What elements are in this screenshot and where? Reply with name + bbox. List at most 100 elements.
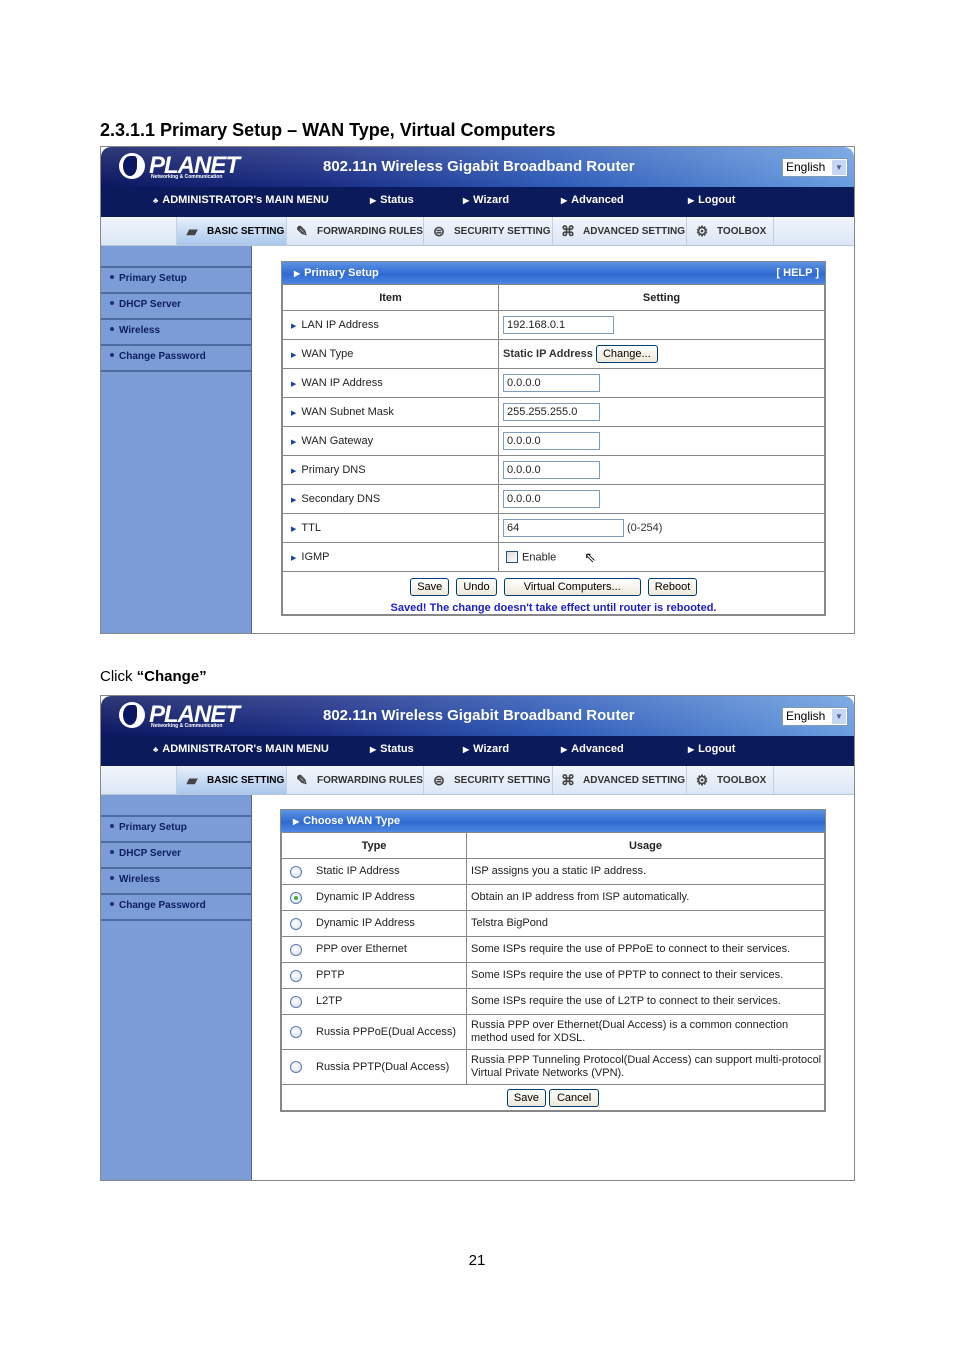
reboot-button[interactable]: Reboot — [647, 578, 697, 596]
radio-dynamic-ip-bigpond[interactable] — [290, 917, 302, 930]
menu-status-label: Status — [380, 194, 414, 206]
bullet-icon — [110, 902, 114, 907]
main-menu: ♣ ADMINISTRATOR's MAIN MENU ▶ Status ▶ Wiza… — [101, 187, 854, 217]
advanced-icon: ⌘ — [561, 223, 575, 239]
undo-button[interactable]: Undo — [456, 578, 497, 596]
sidebar-item-label: Change Password — [119, 351, 206, 362]
status-message: Saved! The change doesn't take effect un… — [390, 602, 717, 614]
tab-advanced-setting[interactable]: ⌘ ADVANCED SETTING — [552, 217, 686, 245]
table-row: ▶ Secondary DNS 0.0.0.0 — [282, 484, 825, 514]
sidebar-item-dhcp-server[interactable]: DHCP Server — [101, 841, 251, 865]
save-button[interactable]: Save — [410, 578, 450, 596]
user-icon: ♣ — [153, 196, 159, 205]
wan-ip-input[interactable]: 0.0.0.0 — [503, 374, 600, 392]
primary-dns-input[interactable]: 0.0.0.0 — [503, 461, 600, 479]
cancel-button[interactable]: Cancel — [549, 1088, 600, 1107]
table-row: L2TP Some ISPs require the use of L2TP t… — [281, 988, 825, 1015]
change-button[interactable]: Change... — [595, 345, 658, 363]
chevron-down-icon[interactable]: ▼ — [832, 160, 846, 175]
wan-gateway-input[interactable]: 0.0.0.0 — [503, 432, 600, 450]
table-row: ▶ IGMP Enable ⇖ — [282, 542, 825, 572]
sidebar-item-change-password[interactable]: Change Password — [101, 893, 251, 917]
radio-pppoe[interactable] — [290, 943, 302, 956]
tab-security-setting[interactable]: ⊜ SECURITY SETTING — [423, 766, 552, 794]
radio-dynamic-ip[interactable] — [290, 891, 302, 904]
tab-advanced-setting[interactable]: ⌘ ADVANCED SETTING — [552, 766, 686, 794]
tab-bar: ▰ BASIC SETTING ✎ FORWARDING RULES ⊜ SECURI… — [101, 217, 854, 246]
arrow-right-icon: ▶ — [463, 196, 470, 205]
menu-status[interactable]: ▶ Status — [370, 194, 414, 206]
radio-pptp[interactable] — [290, 969, 302, 982]
bullet-icon — [110, 850, 114, 855]
usage-text: Russia PPP over Ethernet(Dual Access) is… — [466, 1014, 825, 1050]
planet-logo-icon — [119, 153, 145, 179]
menu-status-label: Status — [380, 743, 414, 755]
sidebar-item-wireless[interactable]: Wireless — [101, 867, 251, 891]
menu-wizard[interactable]: ▶ Wizard — [463, 194, 509, 206]
type-label: PPTP — [316, 969, 345, 982]
row-label: LAN IP Address — [301, 319, 379, 331]
sidebar-item-wireless[interactable]: Wireless — [101, 318, 251, 342]
secondary-dns-input[interactable]: 0.0.0.0 — [503, 490, 600, 508]
menu-admin[interactable]: ♣ ADMINISTRATOR's MAIN MENU — [153, 194, 329, 206]
menu-wizard[interactable]: ▶ Wizard — [463, 743, 509, 755]
radio-russia-pppoe[interactable] — [290, 1026, 302, 1039]
help-link[interactable]: [ HELP ] — [776, 262, 819, 284]
menu-advanced[interactable]: ▶ Advanced — [561, 194, 624, 206]
tab-basic-setting[interactable]: ▰ BASIC SETTING — [176, 766, 286, 794]
bullet-icon — [110, 824, 114, 829]
radio-l2tp[interactable] — [290, 995, 302, 1008]
menu-logout[interactable]: ▶ Logout — [688, 743, 735, 755]
igmp-enable-checkbox[interactable] — [506, 551, 518, 563]
panel-header: ▶ Primary Setup [ HELP ] — [282, 262, 825, 284]
menu-status[interactable]: ▶ Status — [370, 743, 414, 755]
tab-toolbox[interactable]: ⚙ TOOLBOX — [686, 217, 774, 245]
usage-text: Obtain an IP address from ISP automatica… — [466, 884, 825, 911]
tab-label: FORWARDING RULES — [317, 225, 423, 237]
toolbox-icon: ⚙ — [695, 223, 709, 239]
sidebar-item-primary-setup[interactable]: Primary Setup — [101, 266, 251, 290]
menu-logout[interactable]: ▶ Logout — [688, 194, 735, 206]
arrow-right-icon: ▶ — [688, 745, 695, 754]
type-label: Dynamic IP Address — [316, 891, 415, 904]
arrow-right-icon: ▶ — [688, 196, 695, 205]
save-button[interactable]: Save — [506, 1088, 546, 1107]
table-row: ▶ WAN Subnet Mask 255.255.255.0 — [282, 397, 825, 427]
tab-forwarding-rules[interactable]: ✎ FORWARDING RULES — [286, 766, 423, 794]
lan-ip-input[interactable]: 192.168.0.1 — [503, 316, 614, 334]
menu-wizard-label: Wizard — [473, 743, 510, 755]
tab-toolbox[interactable]: ⚙ TOOLBOX — [686, 766, 774, 794]
wan-subnet-mask-input[interactable]: 255.255.255.0 — [503, 403, 600, 421]
mouse-cursor-icon: ⇖ — [584, 548, 596, 565]
arrow-right-icon: ▶ — [291, 381, 297, 388]
ttl-input[interactable]: 64 — [503, 519, 624, 537]
arrow-right-icon: ▶ — [561, 196, 568, 205]
column-header-type: Type — [281, 832, 467, 859]
language-value: English — [786, 160, 826, 174]
tab-security-setting[interactable]: ⊜ SECURITY SETTING — [423, 217, 552, 245]
sidebar-item-primary-setup[interactable]: Primary Setup — [101, 815, 251, 839]
sidebar-item-label: DHCP Server — [119, 299, 182, 310]
tab-forwarding-rules[interactable]: ✎ FORWARDING RULES — [286, 217, 423, 245]
language-select[interactable]: English ▼ — [782, 707, 848, 726]
sidebar-item-dhcp-server[interactable]: DHCP Server — [101, 292, 251, 316]
radio-static-ip[interactable] — [290, 865, 302, 878]
row-label: IGMP — [301, 551, 330, 563]
type-label: PPP over Ethernet — [316, 943, 407, 956]
tab-basic-setting[interactable]: ▰ BASIC SETTING — [176, 217, 286, 245]
sidebar-item-change-password[interactable]: Change Password — [101, 344, 251, 368]
sidebar-item-label: DHCP Server — [119, 848, 182, 859]
menu-advanced[interactable]: ▶ Advanced — [561, 743, 624, 755]
table-row: ▶ WAN IP Address 0.0.0.0 — [282, 368, 825, 398]
row-label: WAN Gateway — [301, 435, 374, 447]
virtual-computers-button[interactable]: Virtual Computers... — [503, 578, 641, 596]
main-menu: ♣ ADMINISTRATOR's MAIN MENU ▶ Status ▶ Wiza… — [101, 736, 854, 766]
column-header-usage: Usage — [466, 832, 825, 859]
chevron-down-icon[interactable]: ▼ — [832, 709, 846, 724]
language-select[interactable]: English ▼ — [782, 158, 848, 177]
arrow-right-icon: ▶ — [291, 555, 297, 562]
sidebar: Primary Setup DHCP Server Wireless Chang… — [101, 246, 252, 633]
radio-russia-pptp[interactable] — [290, 1061, 302, 1074]
forwarding-icon: ✎ — [296, 223, 308, 239]
menu-admin[interactable]: ♣ ADMINISTRATOR's MAIN MENU — [153, 743, 329, 755]
